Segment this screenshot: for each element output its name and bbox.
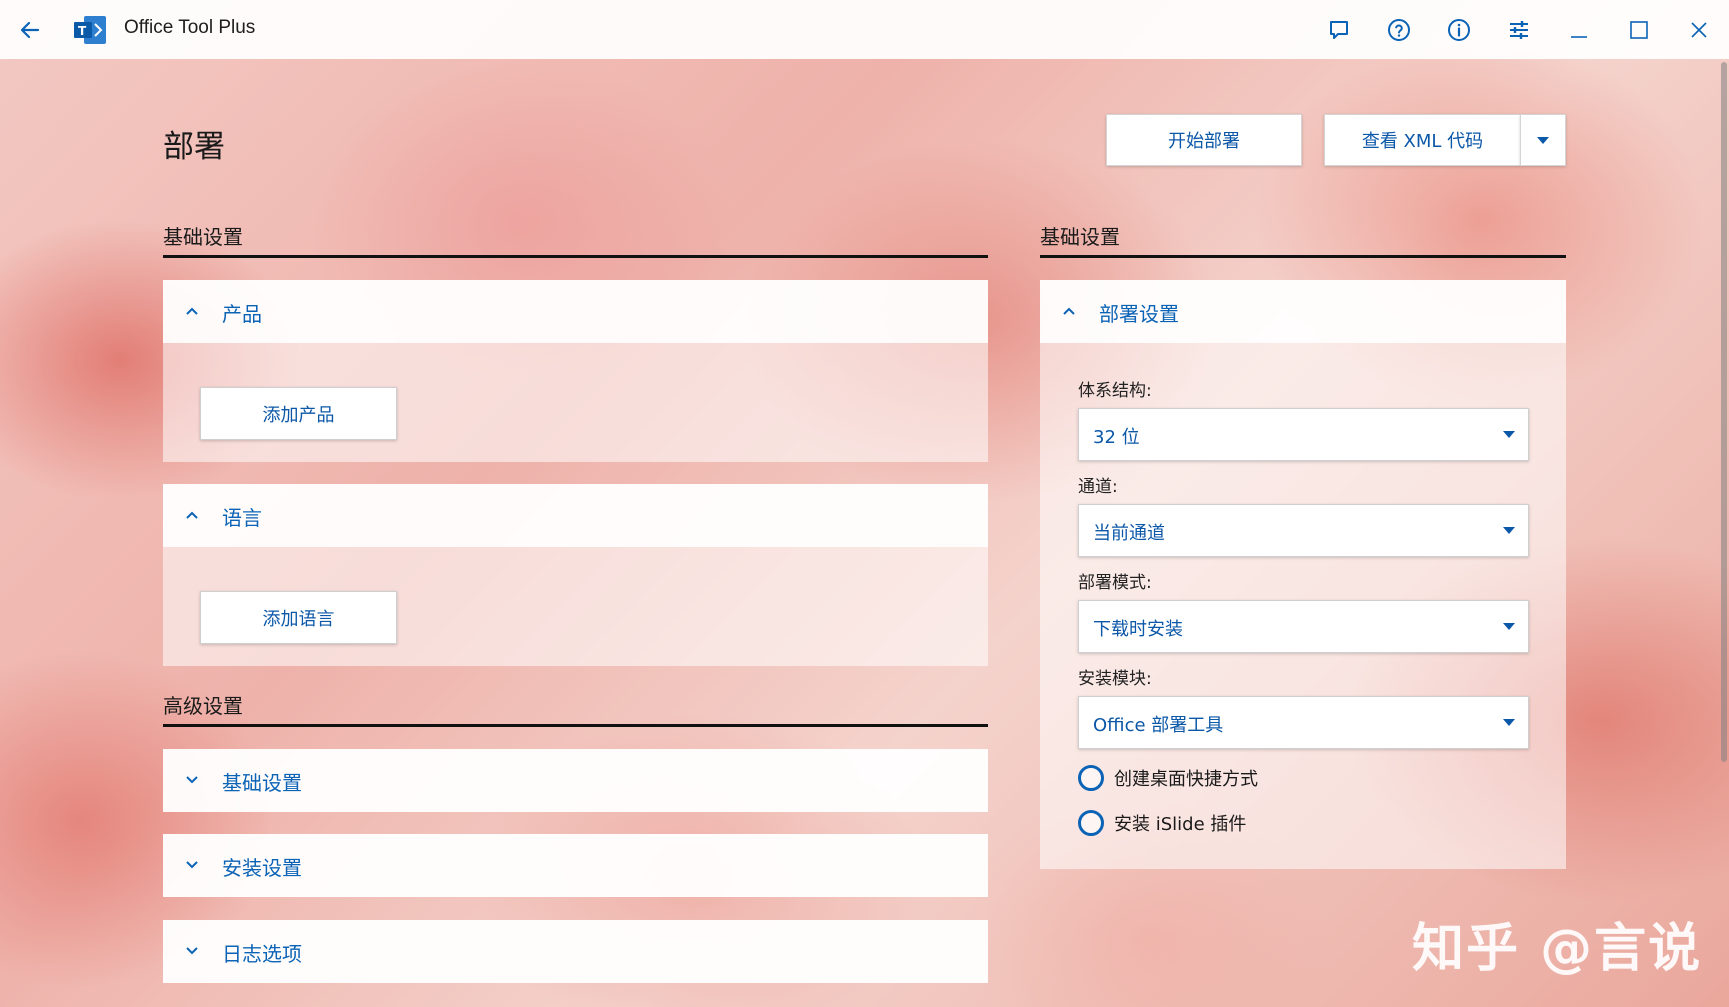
caret-down-icon (1503, 527, 1515, 534)
page-title: 部署 (163, 129, 225, 165)
back-icon[interactable] (14, 14, 46, 46)
panel-title: 基础设置 (222, 771, 302, 795)
add-product-button[interactable]: 添加产品 (200, 387, 397, 440)
section-title: 高级设置 (163, 694, 243, 718)
select-value: 下载时安装 (1093, 619, 1183, 640)
info-icon[interactable] (1429, 0, 1489, 59)
install-module-select[interactable]: Office 部署工具 (1078, 696, 1529, 749)
chevron-up-icon (186, 511, 198, 519)
minimize-icon[interactable] (1549, 0, 1609, 59)
vertical-scrollbar[interactable] (1721, 62, 1727, 762)
chevron-down-icon (186, 947, 198, 955)
title-bar: T Office Tool Plus (0, 0, 1729, 59)
select-value: 当前通道 (1093, 523, 1165, 544)
app-title: Office Tool Plus (124, 17, 256, 38)
deploy-mode-label: 部署模式: (1078, 573, 1152, 593)
desktop-shortcut-option[interactable]: 创建桌面快捷方式 (1078, 762, 1258, 794)
product-panel-body: 添加产品 (163, 343, 988, 462)
app-logo-icon: T (74, 14, 108, 46)
islide-plugin-option[interactable]: 安装 iSlide 插件 (1078, 807, 1246, 839)
channel-label: 通道: (1078, 477, 1118, 497)
caret-down-icon (1503, 719, 1515, 726)
channel-select[interactable]: 当前通道 (1078, 504, 1529, 557)
chevron-down-icon (186, 776, 198, 784)
right-basic-settings-header: 基础设置 (1040, 221, 1566, 258)
caret-down-icon (1503, 431, 1515, 438)
install-settings-panel-header[interactable]: 安装设置 (163, 834, 988, 897)
product-panel-header[interactable]: 产品 (163, 280, 988, 343)
deploy-mode-select[interactable]: 下载时安装 (1078, 600, 1529, 653)
log-options-panel-header[interactable]: 日志选项 (163, 920, 988, 983)
advanced-basic-panel-header[interactable]: 基础设置 (163, 749, 988, 812)
xml-dropdown-button[interactable] (1520, 114, 1566, 166)
language-panel-body: 添加语言 (163, 547, 988, 666)
option-label: 创建桌面快捷方式 (1114, 769, 1258, 790)
advanced-settings-header: 高级设置 (163, 690, 988, 727)
architecture-select[interactable]: 32 位 (1078, 408, 1529, 461)
settings-sliders-icon[interactable] (1489, 0, 1549, 59)
caret-down-icon (1537, 137, 1549, 144)
svg-text:T: T (78, 24, 87, 38)
select-value: 32 位 (1093, 427, 1140, 448)
chevron-up-icon (1063, 307, 1075, 315)
radio-button[interactable] (1078, 765, 1104, 791)
panel-title: 安装设置 (222, 856, 302, 880)
chevron-down-icon (186, 861, 198, 869)
install-module-label: 安装模块: (1078, 669, 1152, 689)
product-panel-title: 产品 (222, 302, 262, 326)
maximize-icon[interactable] (1609, 0, 1669, 59)
view-xml-button[interactable]: 查看 XML 代码 (1324, 114, 1520, 166)
chat-icon[interactable] (1309, 0, 1369, 59)
deploy-panel-title: 部署设置 (1099, 302, 1179, 326)
add-language-button[interactable]: 添加语言 (200, 591, 397, 644)
option-label: 安装 iSlide 插件 (1114, 814, 1247, 835)
help-icon[interactable] (1369, 0, 1429, 59)
basic-settings-header: 基础设置 (163, 221, 988, 258)
language-panel-title: 语言 (222, 506, 262, 530)
section-title: 基础设置 (1040, 225, 1120, 249)
chevron-up-icon (186, 307, 198, 315)
section-title: 基础设置 (163, 225, 243, 249)
deploy-settings-panel-header[interactable]: 部署设置 (1040, 280, 1566, 343)
language-panel-header[interactable]: 语言 (163, 484, 988, 547)
watermark: 知乎 @言说 (1412, 919, 1703, 979)
close-icon[interactable] (1669, 0, 1729, 59)
radio-button[interactable] (1078, 810, 1104, 836)
start-deploy-button[interactable]: 开始部署 (1106, 114, 1302, 166)
caret-down-icon (1503, 623, 1515, 630)
panel-title: 日志选项 (222, 942, 302, 966)
select-value: Office 部署工具 (1093, 715, 1224, 736)
architecture-label: 体系结构: (1078, 381, 1152, 401)
